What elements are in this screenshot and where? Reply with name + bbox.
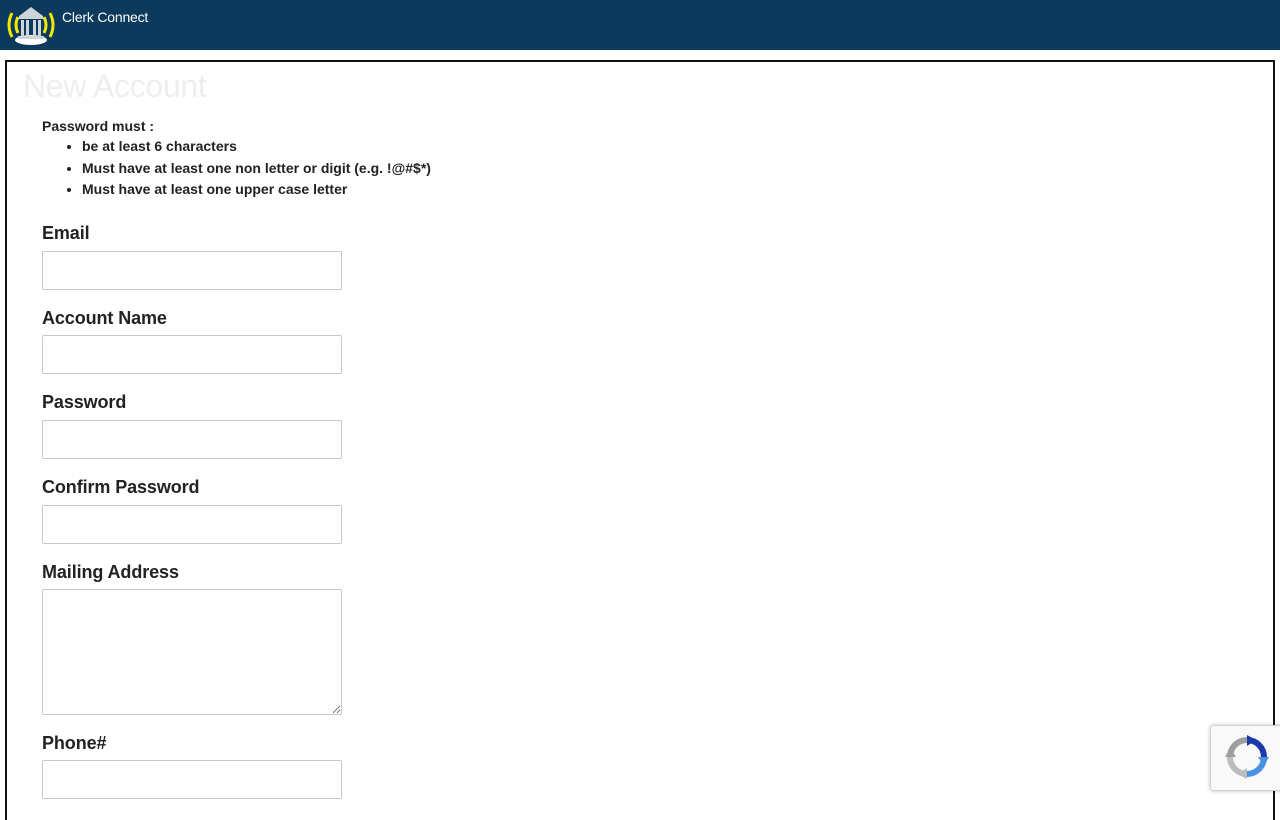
app-title[interactable]: Clerk Connect [62,9,148,25]
password-rules-heading: Password must : [42,118,155,134]
recaptcha-badge[interactable] [1210,725,1280,791]
top-header: Clerk Connect [0,0,1280,50]
account-name-field[interactable] [42,335,342,374]
password-rule-item: Must have at least one upper case letter [82,179,431,201]
confirm-password-label: Confirm Password [42,477,200,497]
confirm-password-field[interactable] [42,505,342,544]
courthouse-signal-icon[interactable] [4,4,58,46]
phone-field[interactable] [42,760,342,799]
email-field[interactable] [42,251,342,290]
password-rule-item: Must have at least one non letter or dig… [82,158,431,180]
page-title: New Account [23,68,207,104]
recaptcha-icon [1225,735,1269,779]
mailing-address-field[interactable] [42,589,342,715]
email-label: Email [42,223,90,243]
mailing-address-label: Mailing Address [42,562,179,582]
password-rule-item: be at least 6 characters [82,136,431,158]
account-name-label: Account Name [42,308,167,328]
new-account-panel: New Account Password must : be at least … [5,60,1275,820]
password-rules-list: be at least 6 characters Must have at le… [42,136,431,201]
password-rules: Password must : be at least 6 characters… [42,118,431,201]
phone-label: Phone# [42,733,107,753]
password-field[interactable] [42,420,342,459]
password-label: Password [42,392,127,412]
